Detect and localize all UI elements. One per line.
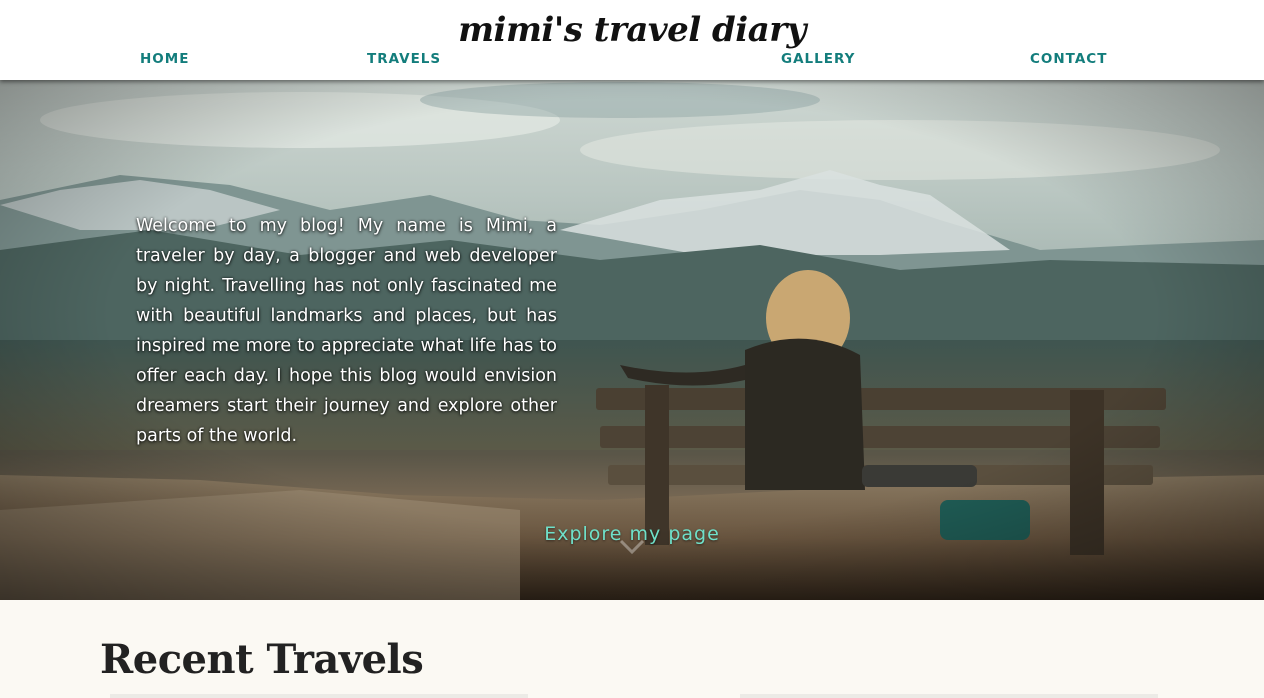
nav-contact-link[interactable]: CONTACT (1030, 51, 1107, 67)
travel-card[interactable] (110, 694, 528, 698)
nav-gallery-link[interactable]: GALLERY (781, 51, 855, 67)
hero-section: Welcome to my blog! My name is Mimi, a t… (0, 80, 1264, 600)
travel-card[interactable] (740, 694, 1158, 698)
site-header: HOME TRAVELS mimi's travel diary GALLERY… (0, 0, 1264, 80)
recent-travels-heading: Recent Travels (100, 636, 424, 683)
recent-travels-section: Recent Travels (0, 600, 1264, 698)
nav-travels-link[interactable]: TRAVELS (367, 51, 441, 67)
intro-paragraph: Welcome to my blog! My name is Mimi, a t… (136, 216, 557, 446)
chevron-down-icon[interactable] (618, 535, 646, 559)
site-logo[interactable]: mimi's travel diary (0, 10, 1264, 50)
nav-home-link[interactable]: HOME (140, 51, 189, 67)
